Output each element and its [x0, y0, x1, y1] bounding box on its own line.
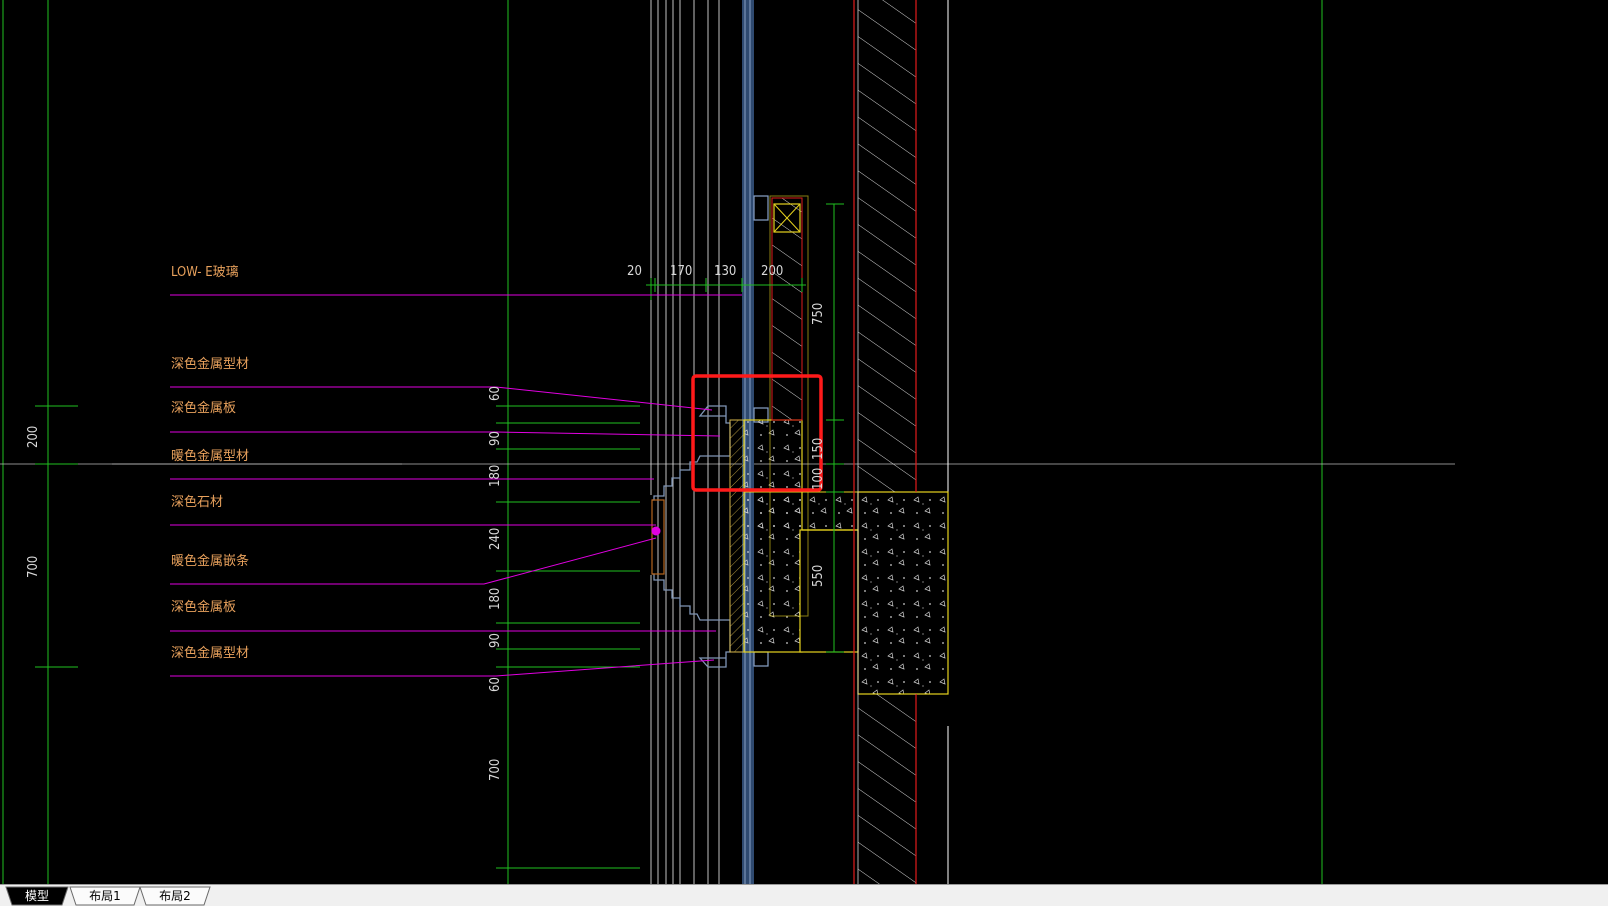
masonry-wall	[853, 0, 917, 884]
dimension-text: 20	[627, 264, 642, 279]
dimension-text: 200	[26, 426, 41, 448]
dimension-text: 60	[488, 386, 503, 401]
dimension-text: 550	[811, 565, 826, 587]
cad-window: LOW- E玻璃 深色金属型材 深色金属板 暖色金属型材 深色石材 暖色金属嵌条…	[0, 0, 1608, 906]
left-dimension-lines	[35, 405, 78, 668]
label-dark-metal-profile-lower[interactable]: 深色金属型材	[171, 645, 249, 661]
label-warm-metal-inlay[interactable]: 暖色金属嵌条	[171, 553, 249, 569]
tab-layout2[interactable]: 布局2	[139, 886, 211, 906]
dimension-text: 90	[488, 431, 503, 446]
tab-layout1-label: 布局1	[89, 889, 121, 903]
label-warm-metal-profile[interactable]: 暖色金属型材	[171, 448, 249, 464]
dimension-text: 200	[761, 264, 783, 279]
insulation-strip	[729, 419, 745, 653]
dimension-text: 750	[811, 303, 826, 325]
facade-lines	[650, 0, 720, 884]
tab-layout1[interactable]: 布局1	[69, 886, 141, 906]
drawing-canvas[interactable]: LOW- E玻璃 深色金属型材 深色金属板 暖色金属型材 深色石材 暖色金属嵌条…	[0, 0, 1608, 884]
label-dark-metal-panel-lower[interactable]: 深色金属板	[171, 599, 236, 615]
concrete-beam	[743, 419, 949, 695]
dimension-text: 90	[488, 633, 503, 648]
layout-tab-bar: 模型 布局1 布局2	[0, 884, 1608, 906]
label-low-e-glass[interactable]: LOW- E玻璃	[171, 265, 239, 280]
dimension-text: 130	[714, 264, 736, 279]
top-dimension-texts: 20 170 130 200	[627, 264, 783, 279]
dimension-text: 700	[488, 759, 503, 781]
dimension-text: 700	[26, 556, 41, 578]
tab-model[interactable]: 模型	[5, 886, 69, 906]
material-labels: LOW- E玻璃 深色金属型材 深色金属板 暖色金属型材 深色石材 暖色金属嵌条…	[171, 265, 249, 661]
tab-layout2-label: 布局2	[159, 889, 191, 903]
left-dimension-texts: 200 700	[26, 426, 41, 578]
dimension-text: 60	[488, 677, 503, 692]
row-dimension-lines	[496, 405, 640, 869]
dimension-text: 180	[488, 588, 503, 610]
label-dark-metal-profile[interactable]: 深色金属型材	[171, 356, 249, 372]
dimension-text: 240	[488, 528, 503, 550]
dimension-text: 170	[670, 264, 692, 279]
dimension-text: 150	[811, 438, 826, 460]
leader-lines	[170, 294, 742, 677]
label-dark-stone[interactable]: 深色石材	[171, 494, 223, 510]
dimension-text: 180	[488, 465, 503, 487]
grid-lines	[0, 0, 1455, 884]
tab-model-label: 模型	[24, 889, 49, 903]
row-dimension-texts: 60 90 180 240 180 90 60 700	[488, 386, 503, 781]
dimension-text: 100	[811, 468, 826, 490]
label-dark-metal-panel[interactable]: 深色金属板	[171, 400, 236, 416]
